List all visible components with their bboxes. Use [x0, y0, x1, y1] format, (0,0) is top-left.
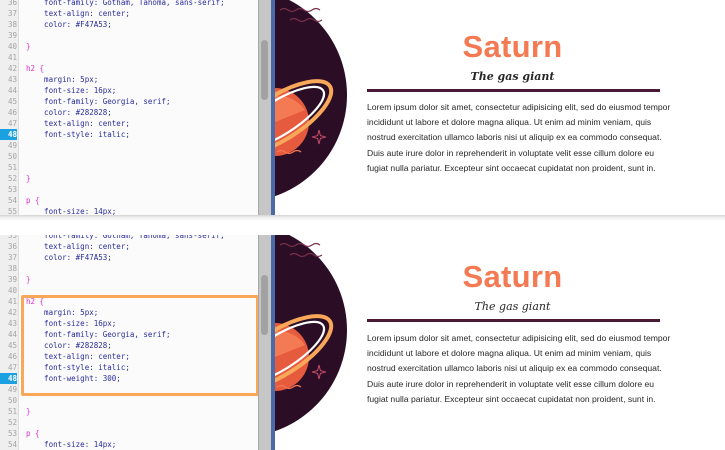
code-line[interactable]: font-family: Gotham, Tahoma, sans-serif; [26, 0, 225, 8]
line-number: 49 [7, 385, 17, 394]
line-number: 36 [7, 0, 17, 7]
scrollbar-thumb[interactable] [261, 40, 268, 100]
code-line[interactable]: text-align: center; [26, 8, 130, 19]
title-divider [367, 89, 660, 92]
code-line[interactable]: color: #282828; [26, 107, 112, 118]
line-number: 46 [7, 352, 17, 361]
page-subtitle: The gas giant [474, 300, 551, 313]
line-number: 47 [7, 119, 17, 128]
line-number: 55 [7, 207, 17, 215]
code-line[interactable]: } [26, 406, 31, 417]
code-line[interactable]: font-size: 14px; [26, 206, 116, 215]
live-preview: Saturn The gas giant Lorem ipsum dolor s… [275, 0, 725, 215]
line-number: 37 [7, 9, 17, 18]
scrollbar-thumb[interactable] [261, 275, 268, 335]
body-paragraph: Lorem ipsum dolor sit amet, consectetur … [367, 102, 671, 173]
line-number: 41 [7, 53, 17, 62]
top-screenshot-panel: 36 font-family: Gotham, Tahoma, sans-ser… [0, 0, 725, 215]
code-line[interactable]: font-size: 14px; [26, 439, 116, 450]
code-line[interactable]: font-family: Georgia, serif; [26, 96, 170, 107]
code-line[interactable]: font-size: 16px; [26, 85, 116, 96]
code-line[interactable]: color: #F47A53; [26, 19, 112, 30]
editor-scrollbar[interactable] [258, 0, 272, 215]
editor-scrollbar[interactable] [258, 235, 272, 450]
saturn-illustration [275, 235, 347, 432]
body-paragraph: Lorem ipsum dolor sit amet, consectetur … [367, 333, 671, 404]
highlighted-h2-rule [21, 295, 259, 396]
line-number: 53 [7, 429, 17, 438]
code-line[interactable]: } [26, 41, 31, 52]
line-number: 42 [7, 308, 17, 317]
page-title: Saturn [462, 259, 563, 294]
line-number: 52 [7, 174, 17, 183]
code-line[interactable]: } [26, 173, 31, 184]
line-number: 51 [7, 407, 17, 416]
line-number: 45 [7, 97, 17, 106]
code-editor[interactable]: 35 font-family: Gotham, Tahoma, sans-ser… [0, 235, 259, 450]
bottom-screenshot-panel: 35 font-family: Gotham, Tahoma, sans-ser… [0, 235, 725, 450]
title-divider [367, 319, 660, 322]
line-number: 47 [7, 363, 17, 372]
line-number: 38 [7, 264, 17, 273]
page-subtitle: The gas giant [470, 70, 555, 83]
line-number: 51 [7, 163, 17, 172]
line-number: 44 [7, 330, 17, 339]
line-number: 53 [7, 185, 17, 194]
line-number: 42 [7, 64, 17, 73]
code-line[interactable]: p { [26, 195, 40, 206]
line-number: 54 [7, 196, 17, 205]
saturn-illustration [275, 0, 347, 197]
live-preview: Saturn The gas giant Lorem ipsum dolor s… [275, 235, 725, 450]
line-number: 38 [7, 20, 17, 29]
line-number: 41 [7, 297, 17, 306]
line-number: 36 [7, 242, 17, 251]
code-line[interactable]: text-align: center; [26, 118, 130, 129]
code-line[interactable]: margin: 5px; [26, 74, 98, 85]
line-number: 40 [7, 286, 17, 295]
line-number: 49 [7, 141, 17, 150]
code-editor[interactable]: 36 font-family: Gotham, Tahoma, sans-ser… [0, 0, 258, 215]
line-number: 45 [7, 341, 17, 350]
code-line[interactable]: color: #F47A53; [26, 252, 112, 263]
line-number: 40 [7, 42, 17, 51]
line-number: 39 [7, 275, 17, 284]
line-number: 46 [7, 108, 17, 117]
code-line[interactable]: p { [26, 428, 40, 439]
active-line-number: 48 [0, 373, 17, 384]
line-number: 50 [7, 152, 17, 161]
line-number: 50 [7, 396, 17, 405]
page-title: Saturn [462, 29, 563, 64]
line-number: 37 [7, 253, 17, 262]
line-number: 54 [7, 440, 17, 449]
line-number: 39 [7, 31, 17, 40]
line-number: 43 [7, 319, 17, 328]
active-line-number: 48 [0, 129, 17, 140]
code-line[interactable]: h2 { [26, 63, 44, 74]
line-number: 44 [7, 86, 17, 95]
line-number: 52 [7, 418, 17, 427]
code-line[interactable]: } [26, 274, 31, 285]
code-line[interactable]: text-align: center; [26, 241, 130, 252]
panel-separator [0, 215, 725, 235]
code-line[interactable]: font-style: italic; [26, 129, 130, 140]
line-number: 43 [7, 75, 17, 84]
